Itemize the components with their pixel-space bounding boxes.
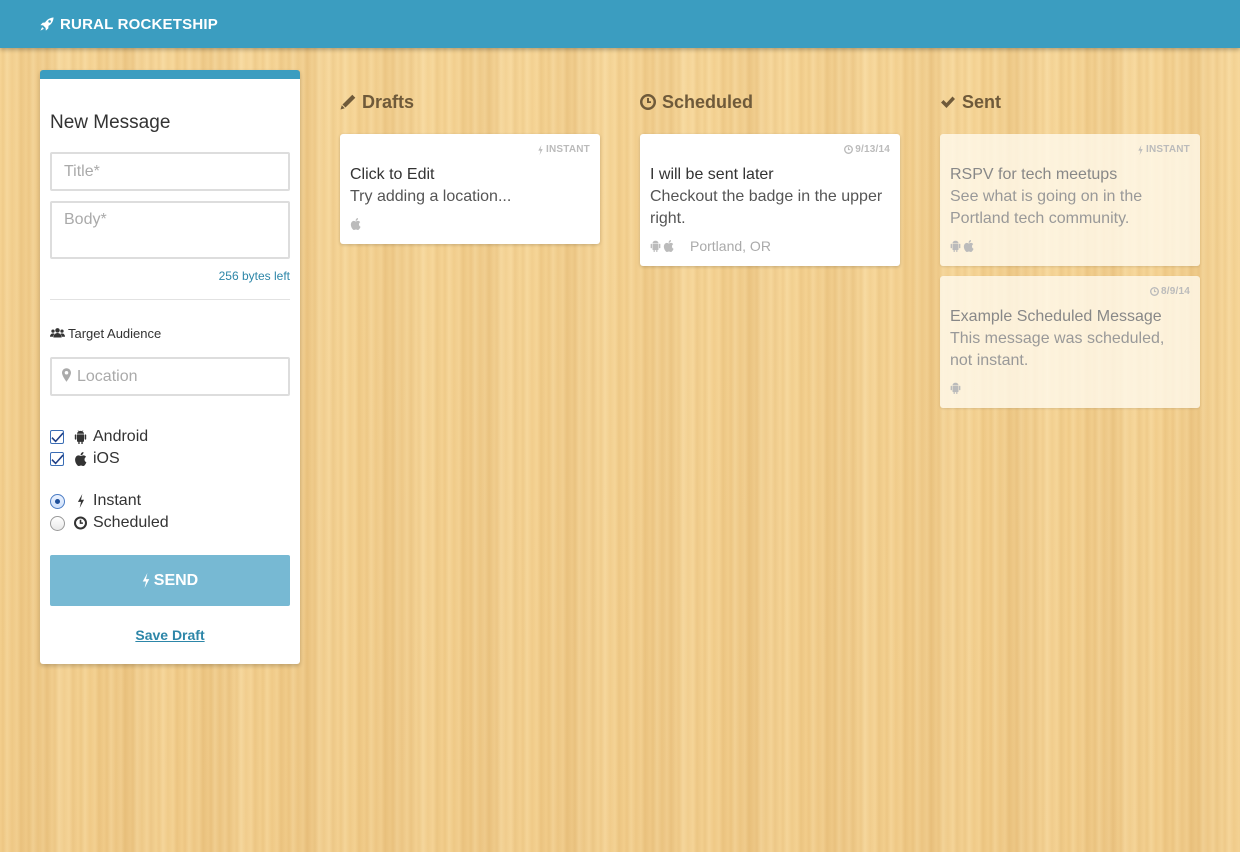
clock-icon	[640, 94, 656, 110]
delivery-option-scheduled[interactable]: Scheduled	[50, 512, 290, 534]
apple-icon	[663, 240, 674, 252]
pencil-icon	[340, 94, 356, 110]
apple-icon	[963, 240, 974, 252]
top-navbar: RURAL ROCKETSHIP	[0, 0, 1240, 48]
card-badge-text: INSTANT	[1146, 144, 1190, 155]
card-badge-text: 8/9/14	[1160, 286, 1190, 297]
drafts-heading-label: Drafts	[362, 91, 415, 112]
scheduled-card[interactable]: 9/13/14 I will be sent later Checkout th…	[640, 134, 900, 266]
clock-icon	[844, 145, 854, 154]
card-body: See what is going on in the Portland tec…	[950, 188, 1143, 227]
apple-icon	[75, 452, 87, 466]
card-badge: 8/9/14	[1149, 286, 1190, 297]
check-icon	[941, 96, 955, 108]
drafts-column: Drafts INSTANT Click to Edit Try adding …	[340, 90, 600, 244]
ios-checkbox[interactable]	[50, 452, 64, 466]
android-checkbox[interactable]	[50, 430, 64, 444]
instant-label: Instant	[93, 492, 142, 509]
apple-icon	[350, 218, 361, 230]
card-badge-text: INSTANT	[546, 144, 590, 155]
card-body: Checkout the badge in the upper right.	[650, 188, 883, 227]
title-input[interactable]	[50, 152, 290, 191]
send-button[interactable]: SEND	[50, 555, 290, 606]
location-input[interactable]	[50, 357, 290, 396]
ios-label: iOS	[93, 450, 120, 467]
card-location: Portland, OR	[690, 238, 771, 254]
scheduled-label: Scheduled	[93, 514, 169, 531]
save-draft-link[interactable]: Save Draft	[50, 627, 290, 643]
card-badge: 9/13/14	[844, 144, 890, 155]
target-audience-label: Target Audience	[68, 325, 162, 341]
new-message-panel: New Message 256 bytes left Target Audien…	[40, 70, 300, 664]
bolt-icon	[77, 494, 85, 508]
scheduled-heading: Scheduled	[640, 90, 900, 114]
brand-name: RURAL ROCKETSHIP	[60, 15, 218, 33]
android-icon	[650, 240, 661, 252]
map-marker-icon	[62, 368, 71, 382]
delivery-option-instant[interactable]: Instant	[50, 490, 290, 512]
android-icon	[74, 430, 87, 444]
sent-heading: Sent	[940, 90, 1200, 114]
android-label: Android	[93, 428, 149, 445]
scheduled-column: Scheduled 9/13/14 I will be sent later C…	[640, 90, 900, 266]
card-footer	[950, 230, 1190, 266]
divider	[50, 299, 290, 300]
sent-card[interactable]: 8/9/14 Example Scheduled Message This me…	[940, 276, 1200, 408]
card-badge: INSTANT	[1137, 144, 1190, 155]
send-label: SEND	[153, 571, 199, 589]
card-footer	[950, 372, 1190, 408]
android-icon	[950, 240, 961, 252]
scheduled-radio[interactable]	[50, 515, 65, 531]
draft-card[interactable]: INSTANT Click to Edit Try adding a locat…	[340, 134, 600, 244]
bolt-icon	[538, 144, 543, 155]
card-body: This message was scheduled, not instant.	[950, 330, 1165, 369]
target-audience-heading: Target Audience	[50, 325, 290, 341]
drafts-heading: Drafts	[340, 90, 600, 114]
platform-option-android[interactable]: Android	[50, 426, 290, 448]
users-icon	[50, 328, 65, 338]
card-badge-text: 9/13/14	[855, 144, 890, 155]
android-icon	[950, 382, 961, 394]
clock-icon	[1149, 287, 1159, 296]
card-footer	[350, 208, 590, 244]
panel-title: New Message	[50, 112, 171, 133]
rocket-icon	[40, 17, 54, 31]
sent-column: Sent INSTANT RSPV for tech meetups See w…	[940, 90, 1200, 408]
sent-heading-label: Sent	[962, 91, 1002, 112]
card-title: RSPV for tech meetups	[950, 166, 1118, 183]
instant-radio[interactable]	[50, 493, 65, 509]
body-input[interactable]	[50, 201, 290, 259]
card-badge: INSTANT	[537, 144, 590, 155]
location-field-wrapper	[50, 357, 290, 396]
brand-logo[interactable]: RURAL ROCKETSHIP	[40, 16, 218, 33]
card-title: Click to Edit	[350, 166, 435, 183]
platform-option-ios[interactable]: iOS	[50, 448, 290, 470]
scheduled-heading-label: Scheduled	[662, 91, 754, 112]
card-footer: Portland, OR	[650, 230, 890, 266]
bolt-icon	[142, 573, 150, 588]
sent-card[interactable]: INSTANT RSPV for tech meetups See what i…	[940, 134, 1200, 266]
card-title: I will be sent later	[650, 166, 774, 183]
bolt-icon	[1138, 144, 1143, 155]
bytes-left-counter: 256 bytes left	[218, 269, 290, 283]
clock-icon	[74, 516, 87, 530]
card-title: Example Scheduled Message	[950, 308, 1162, 325]
card-body: Try adding a location...	[350, 188, 512, 205]
